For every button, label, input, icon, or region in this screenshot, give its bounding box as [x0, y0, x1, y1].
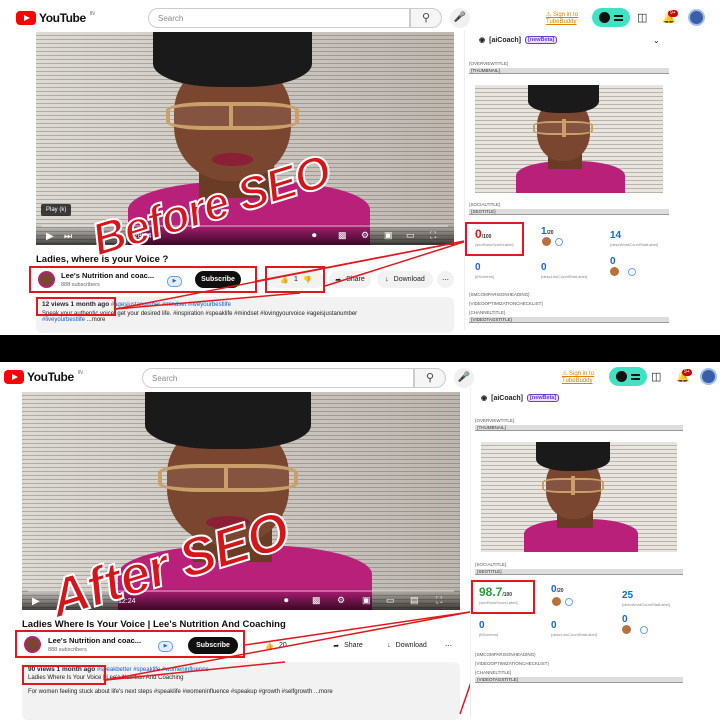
competitor-ring-icon — [628, 268, 636, 276]
overview-title: {OVERVIEWTITLE} — [469, 61, 509, 66]
overview-title: {OVERVIEWTITLE} — [475, 418, 515, 423]
description-word-count-label: {descWordCountStatLabel} — [610, 242, 659, 247]
description-link-count-label: {descLinkCountStatLabel} — [551, 632, 598, 637]
description-word-count: 14 — [610, 230, 622, 241]
social-title: {SOCIALTITLE} — [475, 562, 507, 567]
rank-ring-icon — [555, 238, 563, 246]
social-title: {SOCIALTITLE} — [469, 202, 501, 207]
thumbnail-section-bar[interactable]: {THUMBNAIL} — [475, 425, 683, 431]
tl-screens-label: {tlScreens} — [479, 632, 499, 637]
views-arrow — [105, 611, 471, 681]
rank-ring-icon — [565, 598, 573, 606]
tl-screens-label: {tlScreens} — [475, 274, 495, 279]
video-tags-bar[interactable]: {VIDEOTAGSTITLE} — [469, 317, 669, 323]
description-link-count: 0 — [541, 262, 547, 273]
description-word-count-label: {descWordCountStatLabel} — [622, 602, 671, 607]
comparison-heading: {SMCOMPARISONHEADING} — [475, 652, 536, 657]
channel-title: {CHANNELTITLE} — [469, 310, 506, 315]
competitor-count: 0 — [622, 614, 628, 625]
rank-position: 0/20 — [551, 584, 564, 595]
optimization-checklist: {VIDEOOPTIMIZATIONCHECKLIST} — [469, 301, 543, 306]
channel-arrow — [244, 611, 471, 646]
seo-title-bar[interactable]: {SEOTITLE} — [475, 569, 683, 575]
views-to-likes-arrow — [115, 292, 301, 310]
rank-position: 1/20 — [541, 226, 554, 237]
seo-title-bar[interactable]: {SEOTITLE} — [469, 209, 669, 215]
description-link-count-label: {descLinkCountStatLabel} — [541, 274, 588, 279]
collapse-chevron-icon[interactable]: ⌄ — [653, 35, 660, 47]
comparison-heading: {SMCOMPARISONHEADING} — [469, 292, 530, 297]
channel-arrow — [256, 239, 471, 282]
video-thumbnail-preview — [475, 85, 663, 193]
tubebuddy-sidebar: ◉ [aiCoach] [newBeta] {OVERVIEWTITLE} {T… — [470, 388, 686, 718]
new-beta-badge: [newBeta] — [525, 36, 558, 44]
ai-coach-header: ◉ [aiCoach] [newBeta] — [481, 394, 560, 402]
thumbnail-section-bar[interactable]: {THUMBNAIL} — [469, 68, 669, 74]
video-tags-bar[interactable]: {VIDEOTAGSTITLE} — [475, 677, 683, 683]
after-seo-screenshot: YouTube IN Search ⚲ 🎤 ⚠ Sign in to TubeBu… — [0, 362, 720, 720]
rank-avatar — [542, 237, 551, 246]
competitor-ring-icon — [640, 626, 648, 634]
channel-title: {CHANNELTITLE} — [475, 670, 512, 675]
video-thumbnail-preview — [481, 442, 677, 552]
ai-coach-icon: ◉ — [481, 395, 488, 402]
competitor-avatar — [610, 267, 619, 276]
competitor-avatar — [622, 625, 631, 634]
optimization-checklist: {VIDEOOPTIMIZATIONCHECKLIST} — [475, 661, 549, 666]
rank-avatar — [552, 597, 561, 606]
competitor-count: 0 — [610, 256, 616, 267]
score-highlight-box — [465, 222, 524, 256]
description-word-count: 25 — [622, 590, 634, 601]
tl-screens-count: 0 — [475, 262, 481, 273]
views-to-likes-arrow — [105, 661, 286, 681]
description-link-count: 0 — [551, 620, 557, 631]
tubebuddy-sidebar: ◉ [aiCoach] [newBeta] ⌄ {OVERVIEWTITLE} … — [464, 30, 670, 330]
before-seo-screenshot: YouTube IN Search ⚲ 🎤 ⚠ Sign in to TubeBu… — [0, 0, 720, 335]
tl-screens-count: 0 — [479, 620, 485, 631]
new-beta-badge: [newBeta] — [527, 394, 560, 402]
score-highlight-box — [471, 580, 535, 614]
ai-coach-icon: ◉ — [479, 37, 486, 44]
ai-coach-header: ◉ [aiCoach] [newBeta] — [479, 36, 558, 44]
